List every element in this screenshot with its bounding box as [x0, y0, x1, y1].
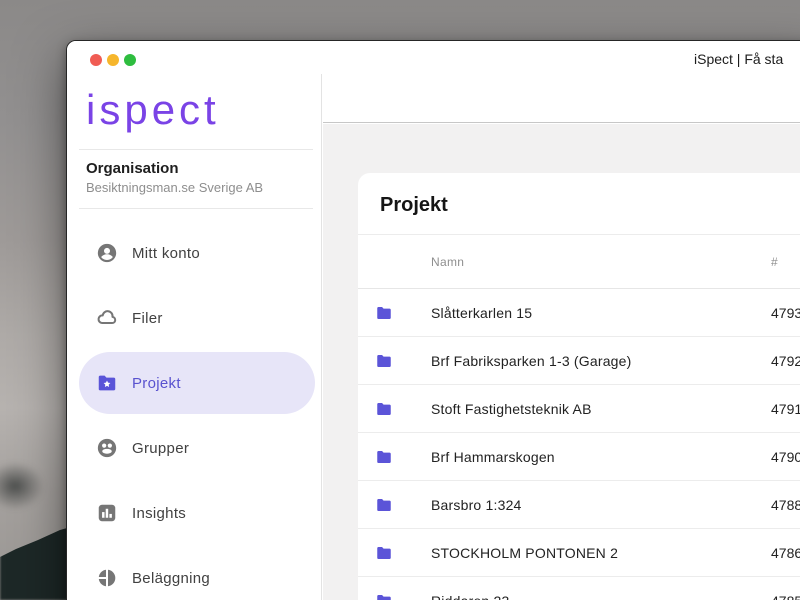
project-name: Brf Fabriksparken 1-3 (Garage) — [431, 353, 632, 369]
folder-icon — [374, 352, 394, 370]
main-content: Projekt Namn # Slåtterkarlen 15 4793 Brf… — [323, 124, 800, 600]
column-header-number: # — [771, 255, 778, 269]
table-row[interactable]: Stoft Fastighetsteknik AB 4791 — [358, 385, 800, 433]
organisation-label: Organisation — [86, 160, 179, 177]
groups-icon — [96, 437, 118, 459]
folder-icon — [374, 400, 394, 418]
column-header-namn: Namn — [431, 255, 465, 269]
table-row[interactable]: Brf Hammarskogen 4790 — [358, 433, 800, 481]
pie-chart-icon — [96, 567, 118, 589]
project-name: Stoft Fastighetsteknik AB — [431, 401, 592, 417]
project-name: Slåtterkarlen 15 — [431, 305, 533, 321]
traffic-lights — [90, 54, 136, 66]
sidebar-item-label: Grupper — [132, 439, 190, 457]
main-toolbar — [323, 74, 800, 123]
project-number: 4788 — [771, 497, 800, 513]
sidebar-item-projekt[interactable]: Projekt — [79, 352, 315, 414]
page-title: Projekt — [380, 194, 448, 216]
sidebar-item-label: Beläggning — [132, 569, 211, 587]
folder-star-icon — [96, 372, 118, 394]
sidebar-item-mitt-konto[interactable]: Mitt konto — [79, 222, 315, 284]
project-name: Brf Hammarskogen — [431, 449, 555, 465]
project-number: 4793 — [771, 305, 800, 321]
project-number: 4792 — [771, 353, 800, 369]
table-row[interactable]: Slåtterkarlen 15 4793 — [358, 289, 800, 337]
sidebar-item-grupper[interactable]: Grupper — [79, 417, 315, 479]
bar-chart-icon — [96, 502, 118, 524]
table-row[interactable]: STOCKHOLM PONTONEN 2 4786 — [358, 529, 800, 577]
table-row[interactable]: Barsbro 1:324 4788 — [358, 481, 800, 529]
project-number: 4791 — [771, 401, 800, 417]
ispect-logo: ispect — [86, 86, 220, 133]
sidebar-item-label: Mitt konto — [132, 244, 201, 262]
folder-icon — [374, 544, 394, 562]
projekt-card: Projekt Namn # Slåtterkarlen 15 4793 Brf… — [358, 173, 800, 600]
sidebar-item-belaggning[interactable]: Beläggning — [79, 547, 315, 600]
folder-icon — [374, 304, 394, 322]
organisation-name: Besiktningsman.se Sverige AB — [86, 180, 264, 195]
project-number: 4786 — [771, 545, 800, 561]
sidebar-item-insights[interactable]: Insights — [79, 482, 315, 544]
table-header: Namn # — [358, 234, 800, 289]
window-titlebar[interactable]: iSpect | Få sta — [67, 41, 800, 74]
zoom-button[interactable] — [124, 54, 136, 66]
close-button[interactable] — [90, 54, 102, 66]
cloud-icon — [96, 307, 118, 329]
project-name: Barsbro 1:324 — [431, 497, 522, 513]
sidebar-item-filer[interactable]: Filer — [79, 287, 315, 349]
sidebar: ispect Organisation Besiktningsman.se Sv… — [67, 74, 322, 600]
project-number: 4785 — [771, 593, 800, 600]
account-circle-icon — [96, 242, 118, 264]
sidebar-item-label: Filer — [132, 309, 163, 327]
sidebar-nav: Mitt konto Filer Projekt Grupper Insight… — [67, 209, 321, 600]
folder-icon — [374, 592, 394, 600]
project-name: Riddaren 23 — [431, 593, 509, 600]
project-name: STOCKHOLM PONTONEN 2 — [431, 545, 619, 561]
organisation-section: Organisation Besiktningsman.se Sverige A… — [67, 150, 321, 208]
window-title: iSpect | Få sta — [694, 51, 784, 67]
sidebar-item-label: Insights — [132, 504, 187, 522]
table-row[interactable]: Riddaren 23 4785 — [358, 577, 800, 600]
table-row[interactable]: Brf Fabriksparken 1-3 (Garage) 4792 — [358, 337, 800, 385]
table-body: Slåtterkarlen 15 4793 Brf Fabriksparken … — [358, 289, 800, 600]
project-number: 4790 — [771, 449, 800, 465]
folder-icon — [374, 448, 394, 466]
minimize-button[interactable] — [107, 54, 119, 66]
folder-icon — [374, 496, 394, 514]
app-window: iSpect | Få sta ispect Organisation Besi… — [66, 40, 800, 600]
sidebar-item-label: Projekt — [132, 374, 181, 392]
